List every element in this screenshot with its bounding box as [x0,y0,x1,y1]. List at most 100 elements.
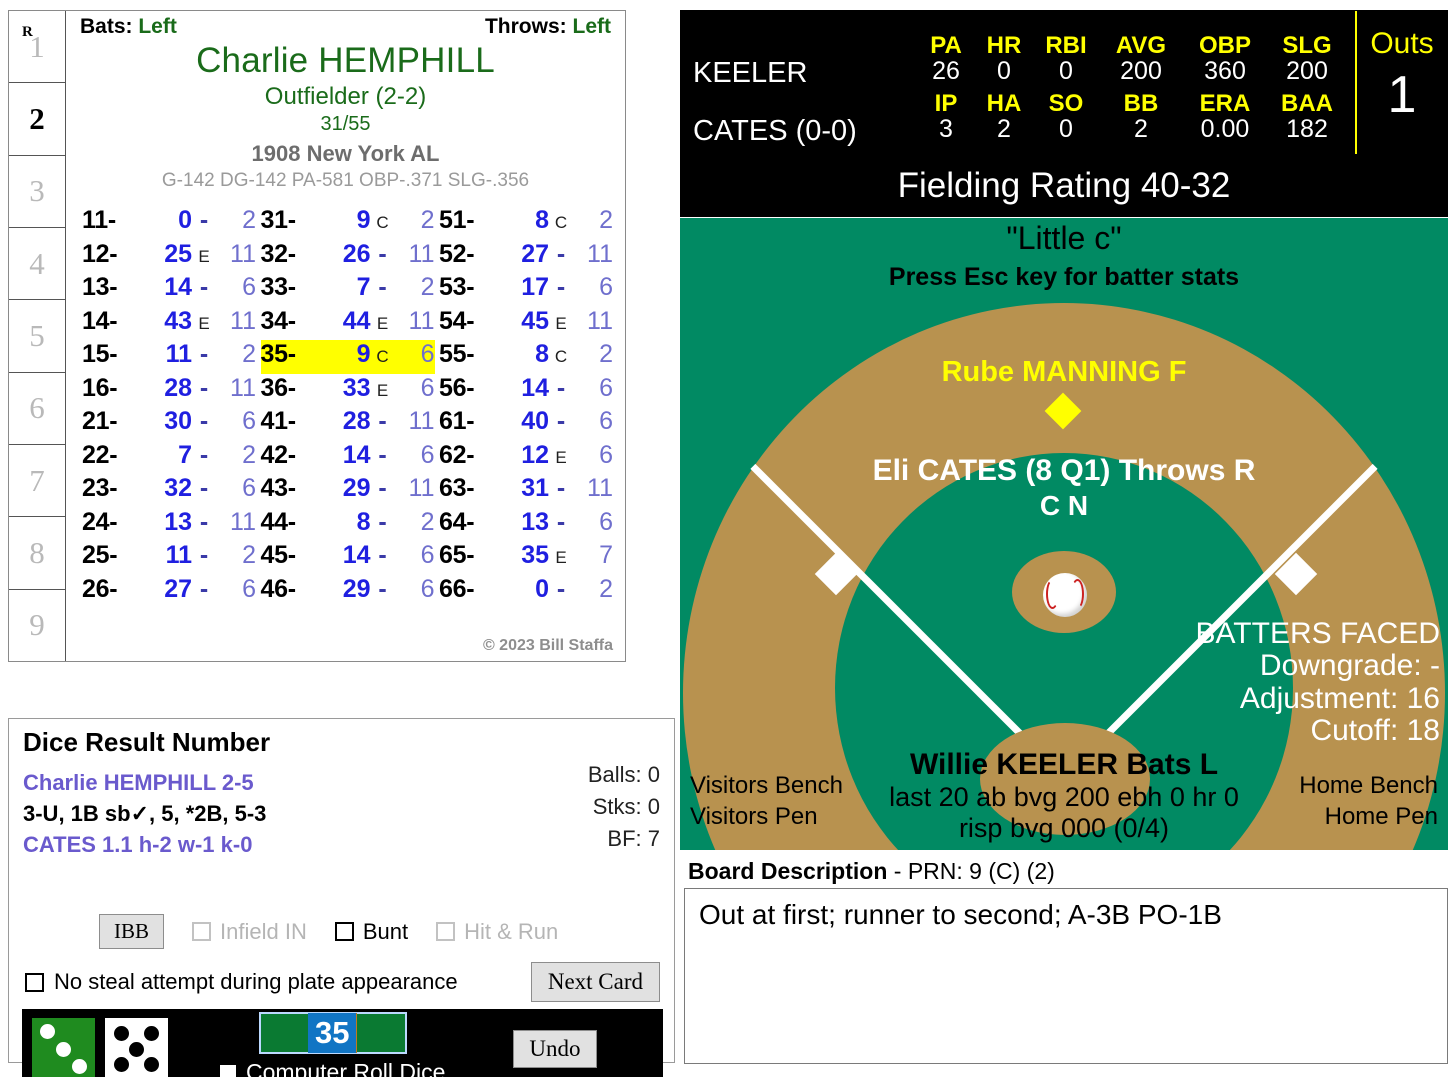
visitors-bench-link[interactable]: Visitors Bench [690,770,843,801]
computer-roll-dice-label: Computer Roll Dice [246,1059,446,1077]
dice-secondary-value: 6 [420,574,435,603]
dice-result-flag: E [555,313,567,333]
dice-result-row: 31- 9 C 2 [261,206,435,240]
dice-result-row: 23- 32- 6 [82,474,256,508]
home-pen-link[interactable]: Home Pen [1299,801,1438,832]
ibb-button[interactable]: IBB [99,914,165,949]
dice-result-flag: E [198,246,210,266]
checkbox-box-icon[interactable] [25,972,44,992]
dice-result-row: 25- 11- 2 [82,541,256,575]
dice-result-row: 55- 8 C 2 [439,340,613,374]
inning-cell-2[interactable]: 2 [9,83,65,156]
die-pip-icon [40,1023,56,1039]
stat-value: 200 [1286,57,1328,86]
inning-cell-8[interactable]: 8 [9,517,65,590]
dice-roll-key: 45- [260,541,297,569]
home-bench-group[interactable]: Home Bench Home Pen [1299,770,1438,832]
dice-secondary-value: 7 [599,541,613,569]
home-bench-link[interactable]: Home Bench [1299,770,1438,801]
batter-card: 123456789 R Bats: Left Throws: Left Char… [8,10,626,662]
stat-value: 2 [1134,115,1148,144]
inning-cell-7[interactable]: 7 [9,445,65,518]
dice-result-flag: - [378,507,387,536]
fielding-rating-text: Fielding Rating 40-32 [897,166,1231,205]
dice-result-flag: - [378,474,387,502]
scoreboard-batter-col-pa: PA 26 [917,33,975,85]
strikes-count: Stks: 0 [592,793,660,819]
inning-column-header: R [22,24,33,40]
inning-cell-1[interactable]: 1 [9,11,65,84]
scoreboard-pitcher-col-bb: BB 2 [1099,90,1183,144]
dice-result-row: 32- 26-11 [261,240,435,274]
dice-result-row: 11- 0- 2 [82,206,256,240]
stat-header: BAA [1281,90,1333,117]
inning-cell-5[interactable]: 5 [9,300,65,373]
dice-result-column-1: 11- 0-2 12- 25 E 11 13- 14-6 14- 43 E 11 15- 11-2 16- 2… [82,206,256,608]
stat-header: ERA [1199,90,1251,117]
visitors-pen-link[interactable]: Visitors Pen [690,801,843,832]
dice-result-flag: - [378,239,387,268]
stat-header: OBP [1198,32,1251,59]
bunt-checkbox[interactable]: Bunt [334,919,408,945]
dice-result-value: 31 [521,474,549,502]
inning-cell-3[interactable]: 3 [9,156,65,228]
no-steal-checkbox[interactable]: No steal attempt during plate appearance [25,969,458,995]
scoreboard-pitcher-col-ha: HA 2 [975,91,1033,143]
computer-roll-dice-checkbox[interactable]: Computer Roll Dice [220,1059,445,1077]
checkbox-box-icon[interactable] [436,922,456,941]
dice-roll-key: 15- [82,340,118,368]
inning-cell-9[interactable]: 9 [9,590,65,661]
roll-value-field[interactable]: 35 [258,1012,407,1054]
board-description-label: Board Description - PRN: 9 (C) (2) [688,858,1055,885]
checkbox-box-icon[interactable] [220,1064,236,1077]
die-pip-icon [56,1041,71,1057]
copyright-notice: © 2023 Bill Staffa [482,637,613,654]
dice-roll-key: 23- [82,474,118,502]
checkbox-box-icon[interactable] [192,922,212,941]
checkbox-box-icon[interactable] [334,922,354,941]
hit-and-run-label: Hit & Run [464,918,559,944]
green-die[interactable] [32,1017,95,1077]
dice-result-row: 64- 13- 6 [439,508,613,542]
undo-button[interactable]: Undo [513,1030,597,1068]
hit-and-run-checkbox[interactable]: Hit & Run [436,919,558,945]
dice-result-row: 24- 13-11 [82,508,256,542]
die-pip-icon [144,1057,160,1073]
bats-group: Bats: Left [80,15,177,39]
dice-result-flag: C [554,213,568,232]
dice-roll-key: 52- [439,239,475,268]
dice-roll-key: 53- [439,273,475,301]
dice-result-flag: - [199,340,209,368]
infield-in-checkbox[interactable]: Infield IN [192,919,307,945]
scoreboard-pitcher-col-baa: BAA 182 [1267,90,1347,143]
dice-secondary-value: 11 [408,239,435,268]
pitcher-line[interactable]: Eli CATES (8 Q1) Throws R [680,454,1448,488]
result-line-batter: Charlie HEMPHILL 2-5 [23,770,254,795]
stat-value: 3 [939,115,953,144]
dice-roll-key: 25- [82,541,118,569]
dice-secondary-value: 6 [599,373,613,402]
stat-header: HR [986,32,1022,59]
dice-result-flag: E [555,548,567,567]
dice-secondary-value: 6 [242,273,256,301]
visitors-bench-group[interactable]: Visitors Bench Visitors Pen [690,770,843,832]
dice-result-value: 14 [342,440,371,469]
dice-result-flag: - [199,541,209,569]
dice-result-value: 33 [342,373,371,402]
dice-result-flag: - [556,474,566,502]
dice-roll-key: 13- [82,273,118,301]
scoreboard-pitcher-stats: IP 3 HA 2 SO 0 BB 2 ERA 0.00 BAA 182 [917,90,1347,144]
white-die[interactable] [105,1017,168,1077]
inning-cell-4[interactable]: 4 [9,228,65,301]
baseball-field[interactable]: "Little c" Press Esc key for batter stat… [680,218,1448,850]
dice-secondary-value: 2 [599,340,613,368]
dice-result-value: 7 [356,273,371,301]
stat-value: 0 [997,57,1011,86]
next-card-button[interactable]: Next Card [530,962,660,1002]
dice-result-flag: C [376,347,389,366]
stat-header: BB [1123,90,1159,117]
fielder-name[interactable]: Rube MANNING F [680,356,1448,389]
dice-result-row: 43- 29-11 [261,474,435,508]
dice-roll-key: 34- [260,306,297,335]
inning-cell-6[interactable]: 6 [9,373,65,445]
